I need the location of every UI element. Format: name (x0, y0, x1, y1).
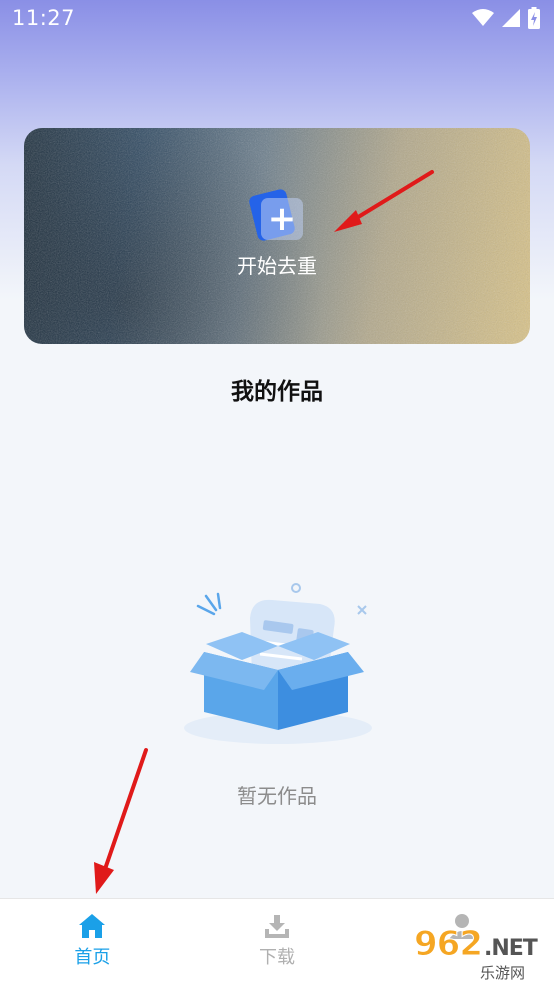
status-time: 11:27 (12, 6, 76, 30)
empty-box-illustration (184, 583, 372, 744)
tab-home-label: 首页 (74, 947, 111, 968)
tab-download[interactable]: 下载 (185, 899, 370, 984)
tab-home[interactable]: 首页 (0, 899, 185, 984)
annotation-arrow-bottom (94, 748, 148, 894)
start-dedup-label: 开始去重 (237, 254, 317, 278)
empty-works-text: 暂无作品 (237, 784, 317, 808)
watermark-sub: 乐游网 (480, 964, 526, 982)
tab-download-label: 下载 (259, 947, 295, 968)
signal-icon (502, 9, 520, 27)
start-banner[interactable]: + 开始去重 (24, 128, 530, 344)
works-title: 我的作品 (231, 379, 323, 405)
wifi-icon (472, 9, 494, 26)
status-icons (472, 7, 540, 29)
watermark-brand: 962.NET (414, 924, 538, 965)
start-dedup-button[interactable]: + 开始去重 (24, 188, 530, 279)
add-icon: + (245, 188, 309, 244)
home-icon (79, 914, 106, 938)
battery-icon (528, 7, 540, 29)
status-bar: 11:27 (0, 0, 554, 36)
download-icon (265, 915, 289, 938)
site-watermark-logo: 962.NET 乐游网 (414, 922, 548, 983)
